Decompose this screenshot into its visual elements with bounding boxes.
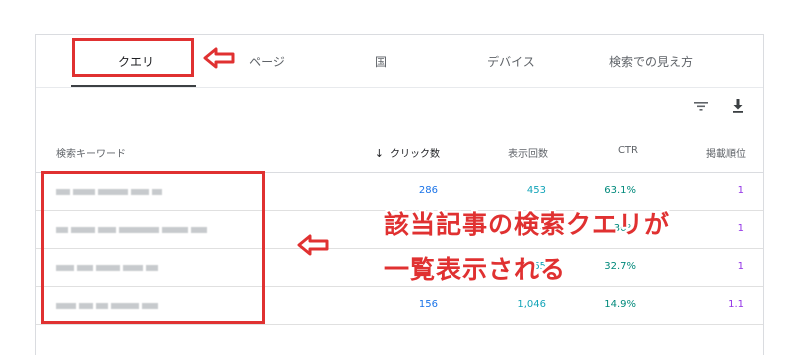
header-query[interactable]: 検索キーワード bbox=[56, 145, 126, 160]
cell-clicks: 156 bbox=[418, 299, 438, 310]
tab-devices[interactable]: デバイス bbox=[476, 53, 546, 70]
cell-impressions: 453 bbox=[526, 185, 546, 196]
table-row[interactable]: 156 1,046 14.9% 1.1 bbox=[36, 287, 763, 325]
annotation-line-2: 一覧表示される bbox=[384, 255, 567, 284]
blurred-query-text bbox=[56, 187, 162, 196]
header-clicks[interactable]: ↓ クリック数 bbox=[375, 145, 440, 160]
tab-queries[interactable]: クエリ bbox=[106, 53, 166, 70]
blurred-query-text bbox=[56, 263, 158, 272]
cell-position: 1 bbox=[737, 261, 744, 272]
tab-search-appearance[interactable]: 検索での見え方 bbox=[596, 53, 706, 70]
sort-down-icon: ↓ bbox=[374, 147, 384, 160]
blurred-query-text bbox=[56, 301, 158, 310]
performance-card: クエリ ページ 国 デバイス 検索での見え方 検索キーワード ↓ クリック数 表示… bbox=[35, 34, 764, 355]
tab-pages[interactable]: ページ bbox=[237, 53, 297, 70]
header-impressions[interactable]: 表示回数 bbox=[508, 145, 548, 160]
header-clicks-label: クリック数 bbox=[390, 149, 440, 160]
header-position[interactable]: 掲載順位 bbox=[706, 145, 746, 160]
cell-position: 1 bbox=[737, 223, 744, 234]
table-header: 検索キーワード ↓ クリック数 表示回数 CTR 掲載順位 bbox=[36, 133, 763, 173]
cell-clicks: 286 bbox=[418, 185, 438, 196]
cell-ctr: 32.7% bbox=[604, 261, 636, 272]
cell-ctr: 63.1% bbox=[604, 185, 636, 196]
annotation-line-1: 該当記事の検索クエリが bbox=[384, 210, 671, 239]
cell-impressions: 1,046 bbox=[517, 299, 546, 310]
cell-position: 1.1 bbox=[728, 299, 744, 310]
cell-ctr: 14.9% bbox=[604, 299, 636, 310]
query-list-pointer-arrow-icon bbox=[297, 234, 329, 256]
tabs-divider bbox=[36, 87, 763, 88]
dimension-tabs: クエリ ページ 国 デバイス 検索での見え方 bbox=[36, 35, 763, 88]
cell-position: 1 bbox=[737, 185, 744, 196]
blurred-query-text bbox=[56, 225, 207, 234]
tab-countries[interactable]: 国 bbox=[366, 53, 396, 70]
download-icon[interactable] bbox=[728, 96, 748, 116]
header-ctr[interactable]: CTR bbox=[618, 145, 638, 156]
tab-pointer-arrow-icon bbox=[203, 47, 235, 69]
filter-icon[interactable] bbox=[691, 96, 711, 116]
